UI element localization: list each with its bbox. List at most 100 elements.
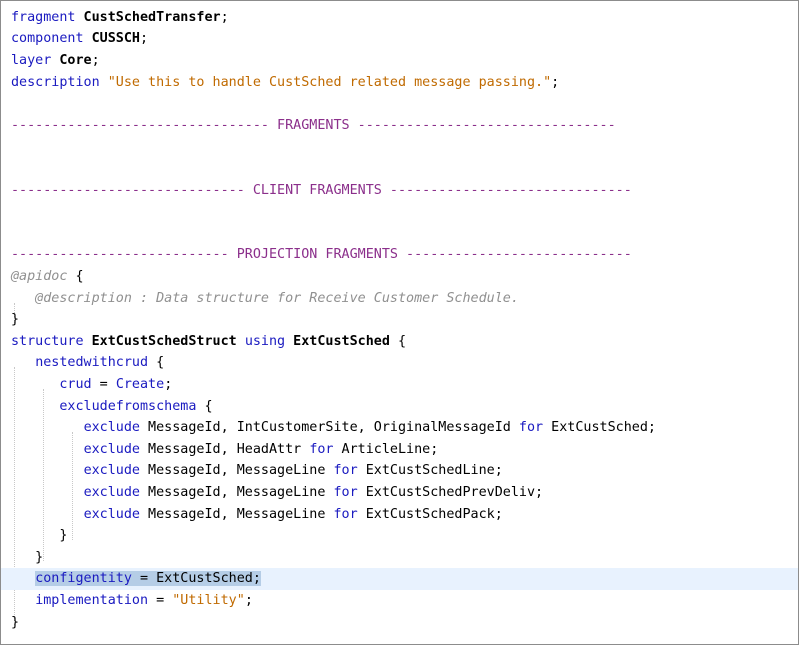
code-line[interactable]: --------------------------- PROJECTION F…: [1, 244, 798, 266]
code-line[interactable]: nestedwithcrud {: [1, 352, 798, 374]
code-line[interactable]: layer Core;: [1, 50, 798, 72]
code-token: }: [11, 614, 20, 630]
code-line[interactable]: exclude MessageId, IntCustomerSite, Orig…: [1, 417, 798, 439]
code-token: MessageId, MessageLine: [140, 463, 334, 479]
code-token: Create: [115, 377, 165, 392]
code-token: @apidoc: [11, 269, 68, 284]
code-line[interactable]: [1, 93, 798, 115]
code-token: layer: [11, 53, 52, 68]
code-token: MessageId, IntCustomerSite, OriginalMess…: [140, 420, 519, 436]
code-line[interactable]: }: [1, 525, 798, 547]
code-token: ;: [551, 74, 560, 90]
code-token: ExtCustSchedPrevDeliv;: [357, 485, 544, 500]
code-line[interactable]: description "Use this to handle CustSche…: [1, 72, 798, 94]
code-token: fragment: [11, 9, 76, 25]
code-token: ArticleLine;: [333, 441, 439, 457]
code-token: crud: [59, 377, 92, 392]
code-token: exclude: [83, 506, 140, 522]
code-token: CUSSCH: [83, 31, 140, 47]
code-token: }: [11, 312, 20, 328]
code-line[interactable]: -------------------------------- FRAGMEN…: [1, 115, 798, 137]
code-token: }: [11, 549, 44, 565]
code-line[interactable]: crud = Create;: [1, 374, 798, 396]
code-token: }: [11, 528, 68, 544]
code-line[interactable]: }: [1, 547, 798, 569]
code-token: component: [11, 31, 84, 47]
code-token: for: [309, 441, 334, 457]
code-token: "Use this to handle CustSched related me…: [107, 74, 552, 90]
code-token: =: [91, 377, 116, 392]
code-line[interactable]: @apidoc {: [1, 266, 798, 288]
code-line[interactable]: implementation = "Utility";: [1, 590, 798, 612]
code-token: for: [333, 485, 358, 500]
code-line[interactable]: [1, 158, 798, 180]
code-token: =: [131, 571, 157, 587]
code-token: exclude: [83, 485, 140, 500]
code-line[interactable]: }: [1, 612, 798, 634]
code-token: ExtCustSchedPack;: [357, 506, 503, 522]
code-line[interactable]: @description : Data structure for Receiv…: [1, 288, 798, 310]
code-line[interactable]: exclude MessageId, HeadAttr for ArticleL…: [1, 439, 798, 461]
code-token: --------------------------- PROJECTION F…: [11, 247, 632, 263]
code-token: MessageId, HeadAttr: [140, 441, 310, 457]
code-token: ExtCustSched: [156, 571, 253, 587]
code-token: @description : Data structure for Receiv…: [11, 290, 519, 306]
code-token: ;: [252, 571, 261, 587]
code-token: implementation: [35, 593, 149, 608]
code-token: structure: [11, 333, 84, 349]
code-token: exclude: [83, 463, 140, 479]
code-token: nestedwithcrud: [35, 355, 149, 371]
code-token: Core: [51, 53, 92, 68]
code-token: for: [518, 420, 544, 436]
code-line[interactable]: structure ExtCustSchedStruct using ExtCu…: [1, 331, 798, 353]
code-token: ;: [91, 53, 100, 68]
code-line[interactable]: exclude MessageId, MessageLine for ExtCu…: [1, 482, 798, 504]
code-token: =: [148, 593, 173, 608]
code-line[interactable]: exclude MessageId, MessageLine for ExtCu…: [1, 504, 798, 526]
code-line[interactable]: [1, 223, 798, 245]
code-line[interactable]: [1, 136, 798, 158]
code-token: {: [67, 269, 84, 284]
code-token: "Utility": [172, 593, 245, 608]
code-line[interactable]: [1, 201, 798, 223]
code-editor[interactable]: fragment CustSchedTransfer; component CUS…: [0, 0, 799, 645]
code-token: excludefromschema: [59, 398, 197, 414]
code-token: ExtCustSched: [285, 333, 390, 349]
code-token: {: [196, 398, 213, 414]
code-token: ExtCustSched;: [543, 420, 656, 436]
code-token: for: [333, 463, 358, 479]
code-line-current[interactable]: configentity = ExtCustSched;: [1, 568, 798, 590]
code-line[interactable]: component CUSSCH;: [1, 28, 798, 50]
code-token: ----------------------------- CLIENT FRA…: [11, 182, 632, 198]
code-token: -------------------------------- FRAGMEN…: [11, 117, 616, 133]
code-token: {: [148, 355, 165, 371]
code-token: ExtCustSchedStruct: [83, 333, 237, 349]
code-line[interactable]: }: [1, 309, 798, 331]
code-line[interactable]: ----------------------------- CLIENT FRA…: [1, 180, 798, 202]
code-token: ;: [244, 593, 253, 608]
code-token: for: [333, 506, 358, 522]
code-token: ;: [140, 31, 149, 47]
code-line[interactable]: excludefromschema {: [1, 396, 798, 418]
code-token: ;: [220, 9, 229, 25]
code-token: CustSchedTransfer: [75, 9, 221, 25]
code-token: using: [244, 333, 286, 349]
code-line[interactable]: fragment CustSchedTransfer;: [1, 7, 798, 29]
code-line[interactable]: exclude MessageId, MessageLine for ExtCu…: [1, 460, 798, 482]
code-token: ;: [164, 377, 173, 392]
code-token: MessageId, MessageLine: [140, 506, 334, 522]
code-token: exclude: [83, 441, 140, 457]
code-token: description: [11, 74, 100, 90]
